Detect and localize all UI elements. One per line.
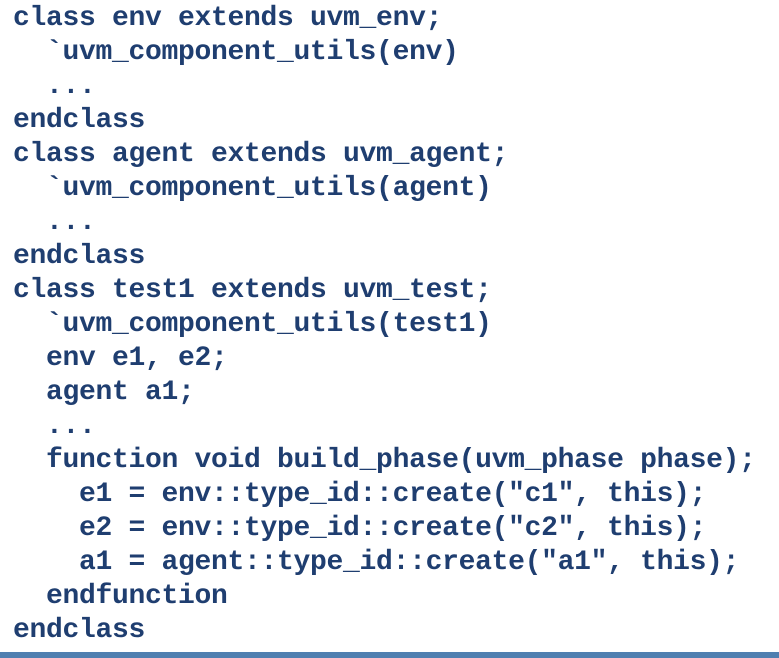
code-line-env-endclass: endclass <box>13 105 146 136</box>
code-line-build-phase-function: function void build_phase(uvm_phase phas… <box>13 445 756 476</box>
code-line-create-a1: a1 = agent::type_id::create("a1", this); <box>13 547 740 578</box>
code-line-agent-declaration: agent a1; <box>13 377 195 408</box>
code-line-env-utils: `uvm_component_utils(env) <box>13 37 459 68</box>
bottom-divider <box>0 652 779 658</box>
code-line-create-e1: e1 = env::type_id::create("c1", this); <box>13 479 707 510</box>
code-listing: class env extends uvm_env; `uvm_componen… <box>0 0 779 652</box>
code-line-class-test1: class test1 extends uvm_test; <box>13 275 492 306</box>
code-line-agent-utils: `uvm_component_utils(agent) <box>13 173 492 204</box>
code-line-test1-endclass: endclass <box>13 615 146 646</box>
code-line-test1-ellipsis: ... <box>13 411 96 442</box>
code-line-create-e2: e2 = env::type_id::create("c2", this); <box>13 513 707 544</box>
code-line-agent-ellipsis: ... <box>13 207 96 238</box>
code-line-class-env: class env extends uvm_env; <box>13 3 443 34</box>
code-line-endfunction: endfunction <box>13 581 228 612</box>
code-line-env-declaration: env e1, e2; <box>13 343 228 374</box>
code-line-test1-utils: `uvm_component_utils(test1) <box>13 309 492 340</box>
code-line-agent-endclass: endclass <box>13 241 146 272</box>
code-line-env-ellipsis: ... <box>13 71 96 102</box>
code-line-class-agent: class agent extends uvm_agent; <box>13 139 509 170</box>
